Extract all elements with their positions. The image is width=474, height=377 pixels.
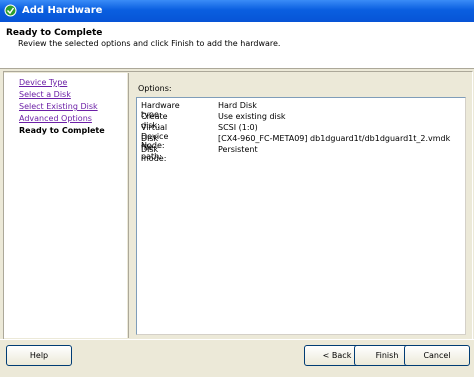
option-value: SCSI (1:0) (218, 123, 258, 132)
help-button[interactable]: Help (6, 345, 72, 366)
finish-button-label: Finish (375, 351, 399, 360)
wizard-steps-nav: Device Type Select a Disk Select Existin… (4, 73, 127, 338)
app-icon (4, 4, 17, 17)
nav-step-ready-to-complete: Ready to Complete (19, 126, 105, 135)
page-description: Review the selected options and click Fi… (18, 39, 281, 48)
nav-step-advanced-options[interactable]: Advanced Options (19, 114, 92, 123)
help-button-label: Help (29, 351, 49, 360)
title-bar[interactable]: Add Hardware (0, 0, 474, 22)
nav-step-device-type[interactable]: Device Type (19, 78, 67, 87)
option-value: [CX4-960_FC-META09] db1dguard1t/db1dguar… (218, 134, 451, 143)
nav-step-select-disk[interactable]: Select a Disk (19, 90, 71, 99)
option-key: Disk mode: (141, 145, 167, 163)
cancel-button-label: Cancel (423, 351, 451, 360)
option-value: Use existing disk (218, 112, 286, 121)
options-summary-box[interactable]: Hardware type: Hard Disk Create disk: Us… (136, 97, 466, 335)
back-button-label: < Back (322, 351, 352, 360)
options-label: Options: (138, 84, 172, 93)
option-value: Persistent (218, 145, 258, 154)
nav-step-select-existing-disk[interactable]: Select Existing Disk (19, 102, 98, 111)
option-value: Hard Disk (218, 101, 257, 110)
cancel-button[interactable]: Cancel (404, 345, 470, 366)
page-title: Ready to Complete (6, 28, 103, 38)
wizard-header: Ready to Complete Review the selected op… (0, 22, 474, 69)
window-title: Add Hardware (22, 5, 103, 16)
nav-divider (128, 73, 129, 338)
